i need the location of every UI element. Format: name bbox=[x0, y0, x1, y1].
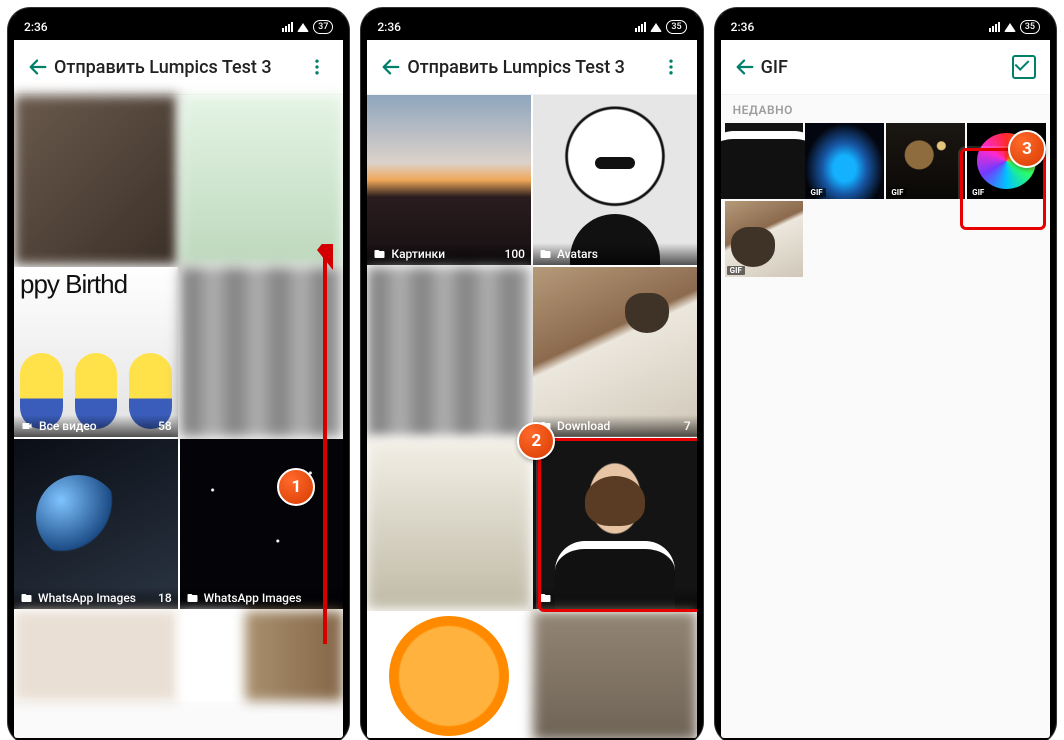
phone-frame-3: 2:36 35 GIF НЕДАВНО GIF GIF bbox=[715, 8, 1056, 740]
folder-tile-whatsapp-images[interactable]: WhatsApp Images 18 bbox=[14, 439, 178, 609]
folder-tile-avatars[interactable]: Avatars bbox=[533, 95, 697, 265]
signal-icon bbox=[989, 22, 1000, 32]
scroll-up-arrow bbox=[313, 244, 337, 644]
tile-count: 58 bbox=[158, 419, 172, 433]
tile-label: Картинки bbox=[391, 247, 445, 261]
gif-thumbnail[interactable]: GIF bbox=[725, 123, 804, 199]
app-bar-title: Отправить Lumpics Test 3 bbox=[54, 57, 299, 78]
media-grid[interactable]: Картинки 100 Avatars Download 7 bbox=[367, 95, 696, 738]
media-grid[interactable]: ppy Birthd Все видео 58 WhatsApp Images … bbox=[14, 95, 343, 701]
folder-tile-all-video[interactable]: ppy Birthd Все видео 58 bbox=[14, 267, 178, 437]
minion-text: ppy Birthd bbox=[20, 269, 127, 300]
app-bar: Отправить Lumpics Test 3 bbox=[14, 40, 343, 95]
wifi-icon bbox=[1004, 23, 1016, 32]
tile-count: 18 bbox=[158, 591, 172, 605]
highlight-frame-gif-folder bbox=[538, 438, 696, 612]
folder-tile-pictures[interactable]: Картинки 100 bbox=[367, 95, 531, 265]
app-bar-title: Отправить Lumpics Test 3 bbox=[407, 57, 652, 78]
status-bar: 2:36 37 bbox=[14, 14, 343, 40]
tile-count: 7 bbox=[684, 419, 691, 433]
status-time: 2:36 bbox=[24, 20, 48, 34]
gif-thumbnail[interactable]: GIF bbox=[886, 123, 965, 199]
battery-indicator: 37 bbox=[313, 20, 333, 34]
gif-thumbnail[interactable]: GIF bbox=[725, 201, 804, 277]
battery-indicator: 35 bbox=[1020, 20, 1040, 34]
back-button[interactable] bbox=[729, 56, 761, 78]
tile-label: Все видео bbox=[39, 419, 97, 433]
tile-label: Download bbox=[557, 419, 610, 433]
tile-count: 100 bbox=[505, 247, 525, 261]
folder-tile[interactable] bbox=[367, 267, 531, 437]
phone-frame-1: 2:36 37 Отправить Lumpics Test 3 bbox=[8, 8, 349, 740]
multi-select-button[interactable] bbox=[1006, 55, 1042, 79]
folder-tile-download[interactable]: Download 7 bbox=[533, 267, 697, 437]
status-bar: 2:36 35 bbox=[721, 14, 1050, 40]
folder-icon bbox=[186, 592, 199, 604]
status-bar: 2:36 35 bbox=[367, 14, 696, 40]
app-bar-title: GIF bbox=[761, 57, 1006, 78]
signal-icon bbox=[282, 22, 293, 32]
signal-icon bbox=[635, 22, 646, 32]
screenshot-container: 2:36 37 Отправить Lumpics Test 3 bbox=[0, 0, 1064, 740]
gif-badge: GIF bbox=[727, 188, 745, 197]
folder-tile[interactable] bbox=[14, 95, 178, 265]
folder-icon bbox=[373, 248, 386, 260]
folder-tile[interactable] bbox=[533, 611, 697, 738]
gif-thumbnail[interactable]: GIF bbox=[805, 123, 884, 199]
check-square-icon bbox=[1012, 55, 1036, 79]
step-marker-3: 3 bbox=[1008, 130, 1046, 168]
more-menu-button[interactable] bbox=[299, 57, 335, 77]
back-button[interactable] bbox=[375, 56, 407, 78]
app-bar: Отправить Lumpics Test 3 bbox=[367, 40, 696, 95]
phone-frame-2: 2:36 35 Отправить Lumpics Test 3 bbox=[361, 8, 702, 740]
wifi-icon bbox=[297, 23, 309, 32]
wifi-icon bbox=[650, 23, 662, 32]
gif-badge: GIF bbox=[888, 188, 906, 197]
gif-badge: GIF bbox=[727, 266, 745, 275]
folder-icon bbox=[20, 592, 33, 604]
folder-tile[interactable] bbox=[14, 611, 178, 701]
gif-badge: GIF bbox=[807, 188, 825, 197]
tile-label: WhatsApp Images bbox=[38, 591, 136, 605]
tile-label: WhatsApp Images bbox=[204, 591, 302, 605]
more-menu-button[interactable] bbox=[653, 57, 689, 77]
back-button[interactable] bbox=[22, 56, 54, 78]
section-label-recent: НЕДАВНО bbox=[721, 95, 1050, 123]
tile-label: Avatars bbox=[557, 247, 598, 261]
status-time: 2:36 bbox=[731, 20, 755, 34]
battery-indicator: 35 bbox=[666, 20, 686, 34]
folder-icon bbox=[539, 248, 552, 260]
folder-tile[interactable] bbox=[367, 611, 531, 738]
app-bar: GIF bbox=[721, 40, 1050, 95]
folder-tile[interactable] bbox=[180, 95, 344, 265]
video-icon bbox=[20, 420, 34, 432]
folder-tile[interactable] bbox=[367, 439, 531, 609]
status-time: 2:36 bbox=[377, 20, 401, 34]
